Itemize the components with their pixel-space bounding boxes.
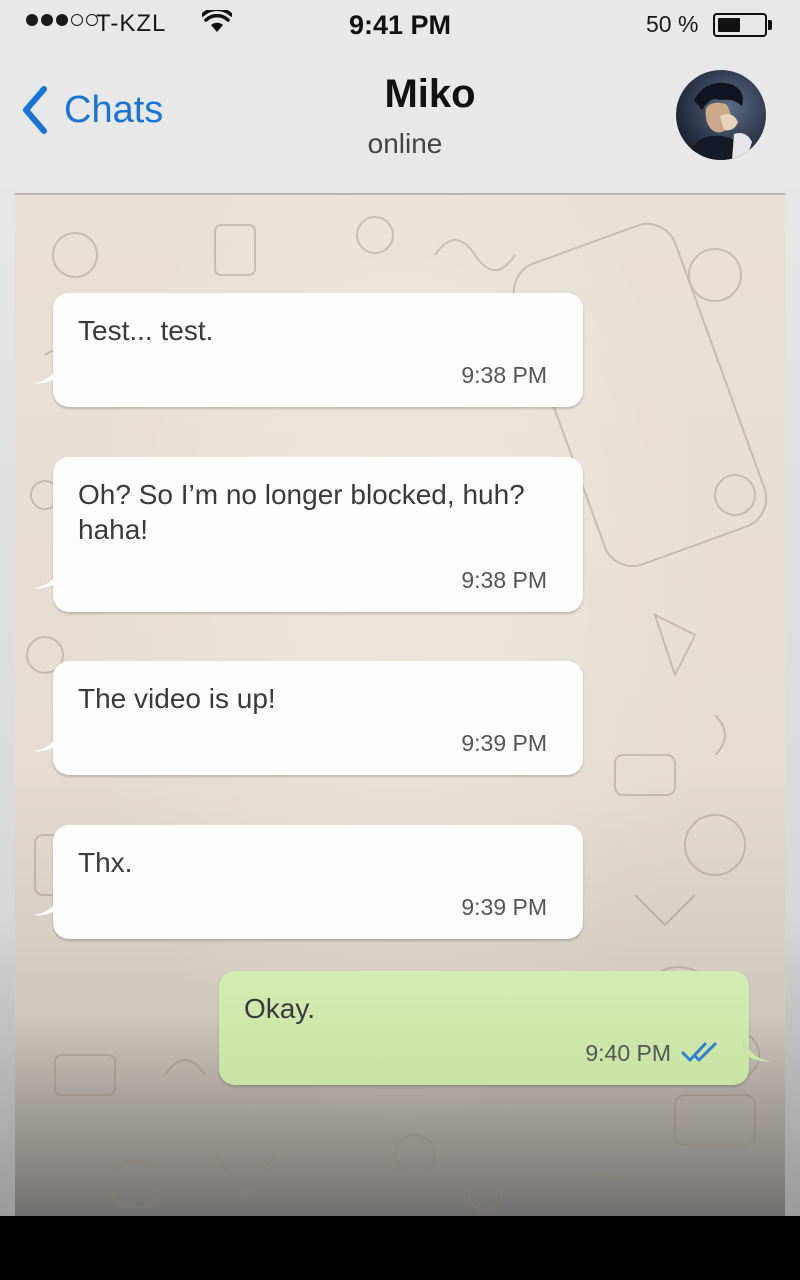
message-bubble-outgoing[interactable]: Okay. 9:40 PM (219, 971, 771, 1085)
message-text: Thx. (78, 847, 133, 878)
bubble-tail (33, 361, 61, 384)
right-gutter (785, 190, 800, 1216)
message-text: The video is up! (78, 683, 276, 714)
battery-tip (768, 20, 772, 30)
bubble-tail (33, 729, 61, 752)
message-bubble-incoming[interactable]: Thx. 9:39 PM (33, 825, 583, 939)
bubble-tail (33, 566, 61, 589)
avatar[interactable] (676, 70, 766, 160)
message-bubble-incoming[interactable]: Test... test. 9:38 PM (33, 293, 583, 407)
message-time: 9:39 PM (461, 894, 547, 920)
bubble-tail (743, 1039, 771, 1062)
phone-screen: T-KZL 9:41 PM 50 % Chats Miko online Tes… (0, 0, 800, 1216)
read-double-check-icon (681, 1042, 717, 1062)
battery-icon (713, 13, 767, 37)
message-time: 9:40 PM (585, 1040, 671, 1066)
battery-percent: 50 % (646, 11, 699, 37)
message-text: Oh? So I’m no longer blocked, huh? haha! (78, 479, 525, 545)
bubble-tail (33, 893, 61, 916)
battery-level (718, 18, 740, 32)
left-gutter (0, 190, 15, 1216)
message-time: 9:38 PM (461, 567, 547, 593)
bottom-black-bar (0, 1216, 800, 1280)
chat-area[interactable]: Test... test. 9:38 PM Oh? So I’m no long… (15, 193, 785, 1216)
message-bubble-incoming[interactable]: Oh? So I’m no longer blocked, huh? haha!… (33, 457, 583, 612)
status-bar: T-KZL 9:41 PM 50 % (0, 0, 800, 50)
message-bubble-incoming[interactable]: The video is up! 9:39 PM (33, 661, 583, 775)
message-text: Okay. (244, 993, 316, 1024)
avatar-image (676, 70, 766, 160)
message-time: 9:38 PM (461, 362, 547, 388)
message-time: 9:39 PM (461, 730, 547, 756)
message-text: Test... test. (78, 315, 214, 346)
